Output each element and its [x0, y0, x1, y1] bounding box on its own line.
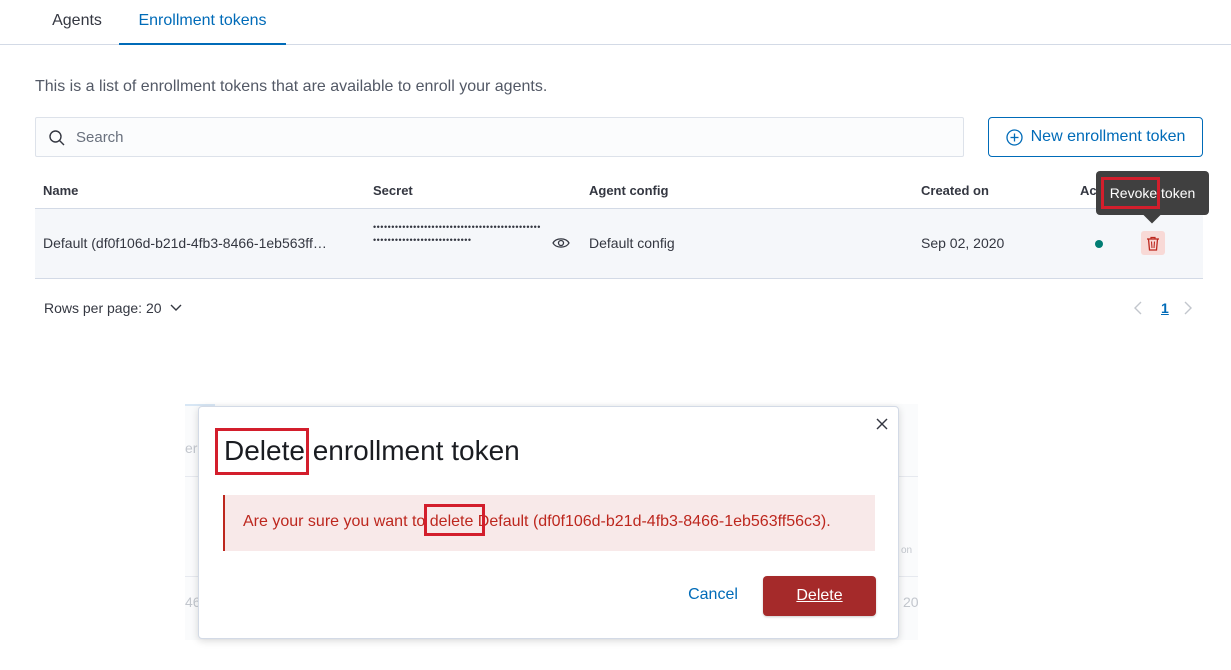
danger-callout: Are your sure you want to delete Default… — [223, 495, 875, 551]
chevron-right-icon[interactable] — [1183, 300, 1193, 316]
column-header-name[interactable]: Name — [43, 183, 78, 198]
close-icon[interactable] — [875, 417, 889, 431]
page-number-current[interactable]: 1 — [1161, 300, 1169, 316]
token-secret: ••••••••••••••••••••••••••••••••••••••••… — [373, 222, 541, 245]
tab-agents[interactable]: Agents — [34, 0, 120, 45]
search-box[interactable] — [35, 117, 964, 157]
page-description: This is a list of enrollment tokens that… — [35, 78, 548, 95]
token-agent-config: Default config — [589, 235, 675, 251]
active-status-dot — [1095, 240, 1103, 248]
tab-bar: Agents Enrollment tokens — [0, 0, 1231, 45]
column-header-agent-config[interactable]: Agent config — [589, 183, 668, 198]
ghost-text: on — [901, 545, 913, 556]
search-input[interactable] — [76, 118, 956, 156]
plus-circle-icon — [1005, 128, 1023, 146]
trash-icon — [1147, 236, 1159, 251]
pagination: 1 — [1133, 298, 1203, 320]
rows-per-page-label: Rows per page: 20 — [44, 300, 162, 316]
callout-message: Are your sure you want to delete Default… — [243, 513, 831, 531]
new-enrollment-token-label: New enrollment token — [1030, 128, 1186, 145]
column-header-secret: Secret — [373, 183, 413, 198]
token-created-on: Sep 02, 2020 — [921, 235, 1005, 251]
table-row: Default (df0f106d-b21d-4fb3-8466-1eb563f… — [35, 209, 1203, 279]
modal-title-rest: enrollment token — [304, 435, 520, 466]
highlight-box-title — [215, 428, 309, 475]
revoke-token-button[interactable] — [1141, 231, 1165, 255]
rows-per-page-selector[interactable]: Rows per page: 20 — [44, 300, 182, 316]
chevron-left-icon[interactable] — [1133, 300, 1143, 316]
search-icon — [49, 130, 65, 146]
highlight-box-delete-word — [424, 504, 485, 536]
tab-enrollment-tokens[interactable]: Enrollment tokens — [119, 0, 286, 45]
callout-suffix: Default (df0f106d-b21d-4fb3-8466-1eb563f… — [473, 513, 831, 530]
eye-icon[interactable] — [552, 236, 570, 250]
delete-button[interactable]: Delete — [763, 576, 876, 616]
highlight-box-revoke — [1101, 177, 1160, 209]
ghost-text: er — [185, 440, 198, 456]
token-name: Default (df0f106d-b21d-4fb3-8466-1eb563f… — [43, 235, 327, 251]
callout-prefix: Are your sure you want to — [243, 513, 430, 530]
new-enrollment-token-button[interactable]: New enrollment token — [988, 117, 1203, 157]
ghost-text: 20 — [903, 594, 919, 610]
chevron-down-icon — [170, 304, 182, 311]
column-header-created-on[interactable]: Created on — [921, 183, 989, 198]
cancel-button[interactable]: Cancel — [675, 577, 751, 613]
